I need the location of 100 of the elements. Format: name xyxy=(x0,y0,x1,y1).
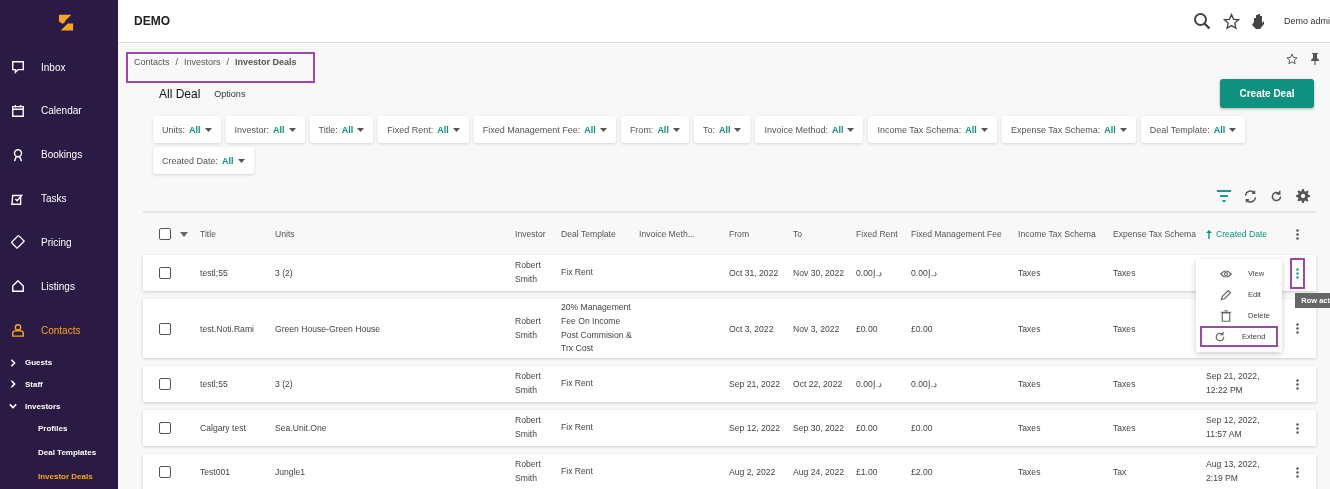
column-header[interactable]: Expense Tax Schema xyxy=(1113,229,1196,239)
user-name[interactable]: Demo admi xyxy=(1284,16,1330,26)
nav-item[interactable]: Inbox xyxy=(0,45,118,89)
column-header[interactable]: Invoice Meth... xyxy=(639,229,695,239)
filter-dropdown[interactable]: Income Tax Schema: All xyxy=(868,116,997,143)
column-header[interactable]: From xyxy=(729,229,750,239)
breadcrumb-link[interactable]: Contacts xyxy=(134,57,170,67)
table-cell: Taxes xyxy=(1113,268,1136,278)
table-cell: Nov 30, 2022 xyxy=(793,268,845,278)
kebab-icon[interactable] xyxy=(1295,228,1299,240)
table-cell: Oct 22, 2022 xyxy=(793,379,843,389)
table-row[interactable]: Test001 Jungle1 Robert Smith Fix Rent Aug 2, 2022 Aug 24, 2022 £1.00 £2.00 Taxes Tax Aug 13, 2022, 2:19 PM xyxy=(143,454,1316,489)
row-checkbox[interactable] xyxy=(159,322,171,335)
caret-icon xyxy=(734,127,742,132)
nav-group[interactable]: Staff xyxy=(0,373,118,396)
caret-icon xyxy=(357,127,365,132)
table-cell: 0.00د.إ xyxy=(911,379,938,389)
filter-dropdown[interactable]: Created Date: All xyxy=(153,147,254,174)
kebab-icon xyxy=(1295,466,1299,478)
create-deal-button[interactable]: Create Deal xyxy=(1220,79,1314,108)
calendar-icon xyxy=(11,103,25,118)
tab[interactable]: Options xyxy=(214,87,246,101)
table-cell: Fix Rent xyxy=(561,466,593,477)
filter-dropdown[interactable]: To: All xyxy=(693,116,751,143)
filter-dropdown[interactable]: Title: All xyxy=(309,116,374,143)
table-cell: Oct 3, 2022 xyxy=(729,323,774,334)
filter-dropdown[interactable]: Deal Template: All xyxy=(1140,116,1246,143)
table-cell: Aug 24, 2022 xyxy=(793,467,845,477)
column-header[interactable]: Title xyxy=(200,229,216,239)
separator: / xyxy=(175,57,179,67)
caret-icon xyxy=(1229,127,1237,132)
nav-item[interactable]: Listings xyxy=(0,264,118,309)
table-cell: Oct 31, 2022 xyxy=(729,268,779,278)
sort-arrow-icon xyxy=(1206,229,1212,239)
table-cell: Sep 12, 2022, 11:57 AM xyxy=(1206,415,1260,439)
row-actions-button[interactable] xyxy=(1289,257,1305,289)
table-cell: Robert Smith xyxy=(515,371,541,395)
column-header[interactable]: Fixed Rent xyxy=(856,229,898,239)
row-checkbox[interactable] xyxy=(159,422,171,434)
table-cell: Fix Rent xyxy=(561,378,593,389)
table-cell: 0.00د.إ xyxy=(911,268,938,278)
nav-item[interactable]: Contacts xyxy=(0,308,118,352)
filter-dropdown[interactable]: From: All xyxy=(620,116,689,143)
filter-dropdown[interactable]: Expense Tax Schema: All xyxy=(1001,116,1136,143)
chat-icon xyxy=(11,60,25,75)
star-icon[interactable] xyxy=(1286,53,1298,65)
refresh-icon[interactable] xyxy=(1270,189,1283,203)
filter-icon[interactable] xyxy=(1217,190,1231,202)
row-checkbox[interactable] xyxy=(159,378,171,390)
nav-link[interactable]: Profiles xyxy=(0,417,118,441)
filter-dropdown[interactable]: Fixed Rent: All xyxy=(378,116,469,143)
column-header[interactable]: Fixed Management Fee xyxy=(911,229,1002,239)
row-checkbox[interactable] xyxy=(159,267,171,279)
table-cell: Sep 21, 2022, 12:22 PM xyxy=(1206,371,1260,395)
tab[interactable]: All Deal xyxy=(159,87,201,101)
house-icon xyxy=(11,279,25,294)
search-icon[interactable] xyxy=(1193,12,1211,30)
filter-dropdown[interactable]: Units: All xyxy=(153,116,221,143)
table-row[interactable]: Calgary test Sea.Unit.One Robert Smith Fix Rent Sep 12, 2022 Sep 30, 2022 £0.00 £0.00 Taxes Taxes Sep 12, 2022, 11:57 AM xyxy=(143,410,1316,446)
kebab-icon xyxy=(1295,267,1299,279)
caret-icon[interactable] xyxy=(180,231,188,237)
table-cell: £1.00 xyxy=(856,467,878,477)
sync-icon[interactable] xyxy=(1244,189,1257,203)
filter-dropdown[interactable]: Investor: All xyxy=(225,116,305,143)
table-cell: Sep 21, 2022 xyxy=(729,379,781,389)
column-header[interactable]: Created Date xyxy=(1216,229,1268,239)
column-header[interactable]: Deal Template xyxy=(561,229,616,239)
nav-link[interactable]: Investor Deals xyxy=(0,465,118,489)
table-cell: £0.00 xyxy=(911,423,933,433)
row-checkbox[interactable] xyxy=(159,466,171,478)
table-cell: 3 (2) xyxy=(275,379,293,389)
star-icon[interactable] xyxy=(1223,12,1240,30)
select-all-checkbox[interactable] xyxy=(159,228,171,240)
nav-group[interactable]: Investors xyxy=(0,395,118,417)
column-header[interactable]: To xyxy=(793,229,803,239)
table-cell: 3 (2) xyxy=(275,268,293,278)
table-cell: 20% Management Fee On Income Post Commision & Trx Cost xyxy=(561,302,632,354)
settings-icon[interactable] xyxy=(1296,189,1310,203)
table-cell: Taxes xyxy=(1018,467,1041,477)
nav-item[interactable]: Tasks xyxy=(0,176,118,221)
app-title: DEMO xyxy=(134,14,170,28)
table-cell: Taxes xyxy=(1113,423,1136,433)
table-cell: £0.00 xyxy=(911,323,933,334)
table-cell: Nov 3, 2022 xyxy=(793,323,840,334)
hand-icon[interactable] xyxy=(1252,12,1266,30)
nav-group[interactable]: Guests xyxy=(0,352,118,374)
table-cell: Taxes xyxy=(1018,323,1041,334)
nav-item[interactable]: Bookings xyxy=(0,132,118,177)
breadcrumb-link[interactable]: Investors xyxy=(184,57,221,67)
filter-dropdown[interactable]: Fixed Management Fee: All xyxy=(473,116,616,143)
filter-dropdown[interactable]: Invoice Method: All xyxy=(755,116,864,143)
nav-link[interactable]: Deal Templates xyxy=(0,441,118,465)
nav-item[interactable]: Pricing xyxy=(0,220,118,265)
nav-item[interactable]: Calendar xyxy=(0,89,118,133)
column-header[interactable]: Investor xyxy=(515,229,546,239)
caret-icon xyxy=(847,127,855,132)
table-cell: Taxes xyxy=(1018,268,1041,278)
eye-icon xyxy=(1220,267,1232,280)
column-header[interactable]: Units xyxy=(275,229,295,239)
column-header[interactable]: Income Tax Schema xyxy=(1018,229,1096,239)
